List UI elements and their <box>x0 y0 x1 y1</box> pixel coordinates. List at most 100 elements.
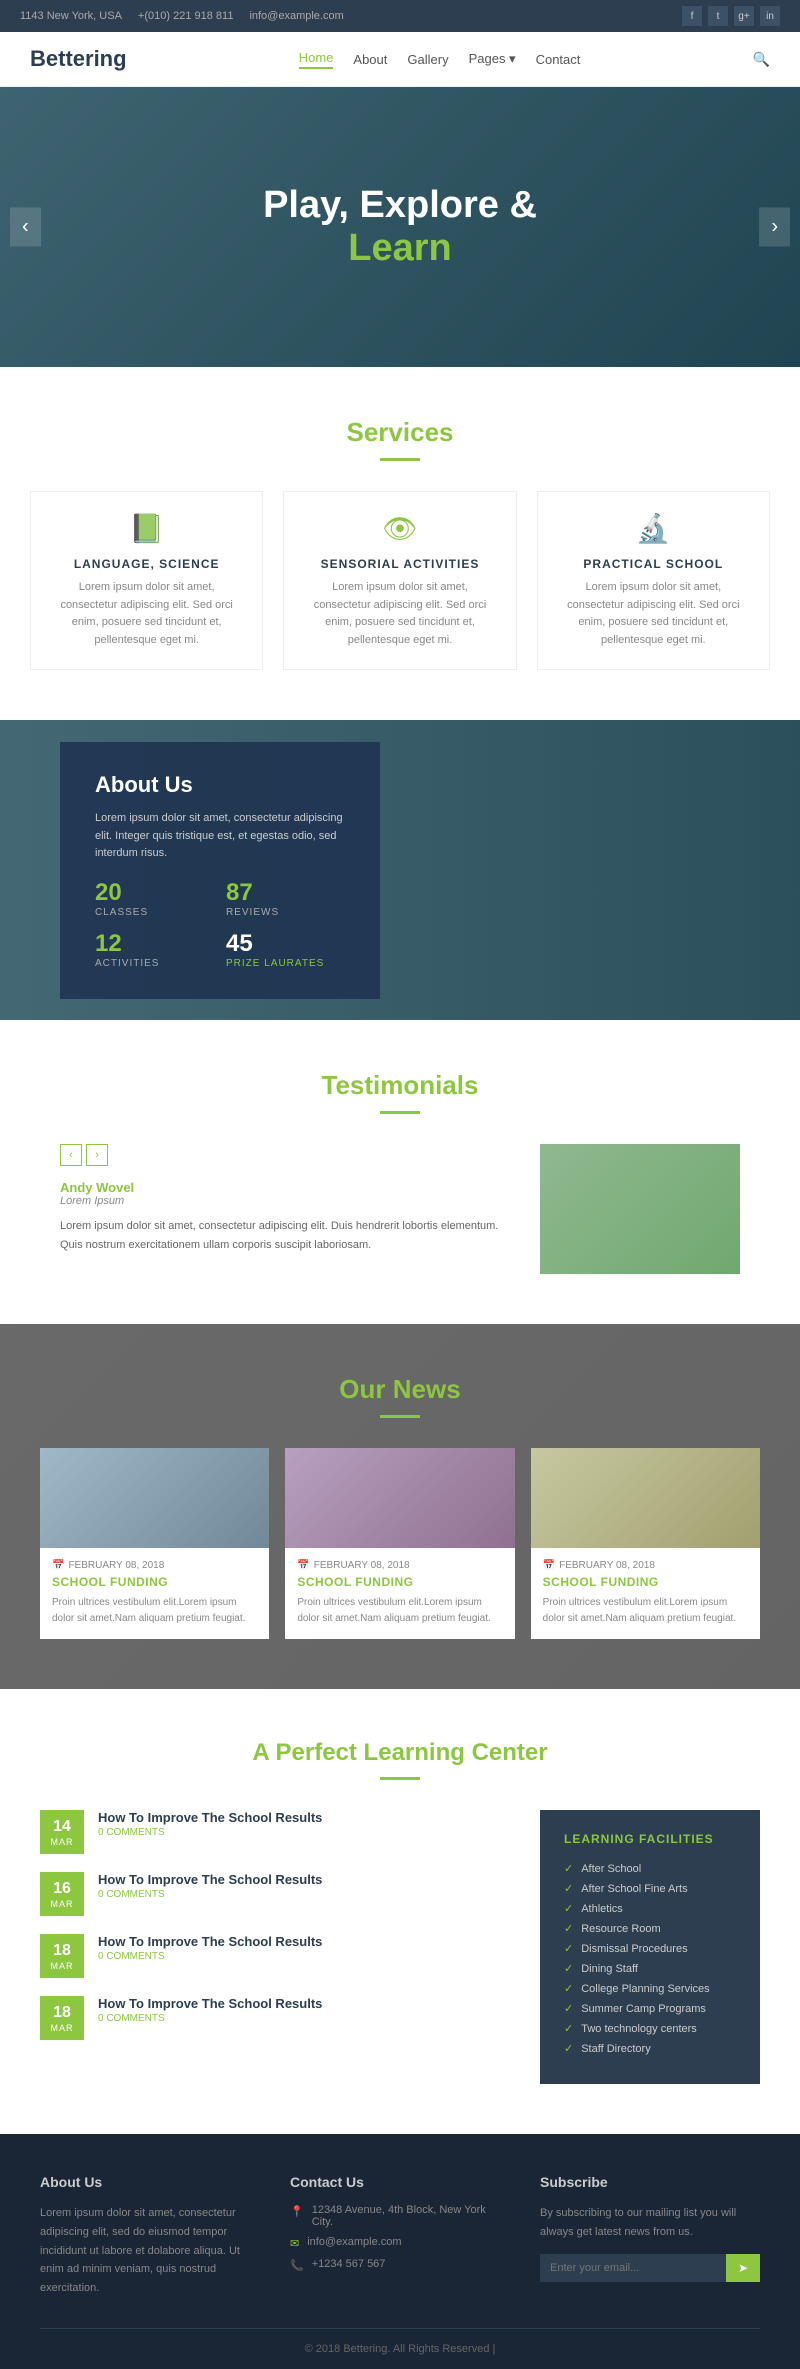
subscribe-button[interactable]: ➤ <box>726 2254 760 2282</box>
news-card-2: 📅 FEBRUARY 08, 2018 SCHOOL FUNDING Proin… <box>531 1448 760 1639</box>
event-item-0: 14 MAR How To Improve The School Results… <box>40 1810 510 1854</box>
facility-1: ✓ After School Fine Arts <box>564 1882 736 1895</box>
service-text-0: Lorem ipsum dolor sit amet, consectetur … <box>51 579 242 649</box>
about-box: About Us Lorem ipsum dolor sit amet, con… <box>60 742 380 999</box>
service-card-0: 📗 LANGUAGE, SCIENCE Lorem ipsum dolor si… <box>30 491 263 670</box>
footer-subscribe-col: Subscribe By subscribing to our mailing … <box>540 2174 760 2297</box>
news-title-1: SCHOOL FUNDING <box>297 1575 502 1589</box>
event-day-3: 18 <box>53 2003 71 2022</box>
social-icons: f t g+ in <box>682 6 780 26</box>
calendar-icon-0: 📅 <box>52 1560 64 1571</box>
hero-content: Play, Explore & Learn <box>263 184 537 270</box>
footer-phone-text: +1234 567 567 <box>312 2258 386 2270</box>
services-grid: 📗 LANGUAGE, SCIENCE Lorem ipsum dolor si… <box>30 491 770 670</box>
nav-links: Home About Gallery Pages ▾ Contact <box>299 50 581 69</box>
event-comments-1: 0 COMMENTS <box>98 1889 322 1900</box>
testimonial-body: Lorem ipsum dolor sit amet, consectetur … <box>60 1217 510 1254</box>
news-card-1: 📅 FEBRUARY 08, 2018 SCHOOL FUNDING Proin… <box>285 1448 514 1639</box>
check-icon-4: ✓ <box>564 1942 573 1955</box>
t-title-t: T <box>321 1070 335 1100</box>
logo: Bettering <box>30 46 127 72</box>
news-card-0: 📅 FEBRUARY 08, 2018 SCHOOL FUNDING Proin… <box>40 1448 269 1639</box>
facility-4: ✓ Dismissal Procedures <box>564 1942 736 1955</box>
nav-contact[interactable]: Contact <box>536 52 581 67</box>
footer-address-text: 12348 Avenue, 4th Block, New York City. <box>312 2204 510 2228</box>
footer-about-col: About Us Lorem ipsum dolor sit amet, con… <box>40 2174 260 2297</box>
footer-contact-title: Contact Us <box>290 2174 510 2190</box>
testimonials-section: Testimonials ‹ › Andy Wovel Lorem Ipsum … <box>0 1020 800 1324</box>
hero-prev-arrow[interactable]: ‹ <box>10 208 41 247</box>
check-icon-3: ✓ <box>564 1922 573 1935</box>
stat-prizes: 45 PRIZE LAURATES <box>226 930 345 969</box>
nav-about[interactable]: About <box>353 52 387 67</box>
event-item-3: 18 MAR How To Improve The School Results… <box>40 1996 510 2040</box>
search-icon[interactable]: 🔍 <box>753 51 770 68</box>
news-date-1: 📅 FEBRUARY 08, 2018 <box>297 1560 502 1571</box>
event-info-3: How To Improve The School Results 0 COMM… <box>98 1996 322 2024</box>
footer-subscribe-text: By subscribing to our mailing list you w… <box>540 2204 760 2241</box>
news-date-0: 📅 FEBRUARY 08, 2018 <box>52 1560 257 1571</box>
footer-about-title: About Us <box>40 2174 260 2190</box>
footer-contact-col: Contact Us 📍 12348 Avenue, 4th Block, Ne… <box>290 2174 510 2297</box>
check-icon-7: ✓ <box>564 2002 573 2015</box>
top-bar-info: 1143 New York, USA +(010) 221 918 811 in… <box>20 10 344 22</box>
subscribe-input[interactable] <box>540 2254 726 2282</box>
event-day-1: 16 <box>53 1879 71 1898</box>
footer-address: 📍 12348 Avenue, 4th Block, New York City… <box>290 2204 510 2228</box>
stat-label-0: CLASSES <box>95 907 214 918</box>
facebook-icon[interactable]: f <box>682 6 702 26</box>
stat-label-2: ACTIVITIES <box>95 958 214 969</box>
stat-classes: 20 CLASSES <box>95 879 214 918</box>
event-day-2: 18 <box>53 1941 71 1960</box>
testimonial-role: Lorem Ipsum <box>60 1195 510 1207</box>
about-title: About Us <box>95 772 345 798</box>
footer-grid: About Us Lorem ipsum dolor sit amet, con… <box>40 2174 760 2297</box>
email-icon: ✉ <box>290 2237 299 2250</box>
facilities-title: LEARNING FACILITIES <box>564 1832 736 1846</box>
hero-next-arrow[interactable]: › <box>759 208 790 247</box>
news-text-0: Proin ultrices vestibulum elit.Lorem ips… <box>52 1595 257 1627</box>
facility-label-8: Two technology centers <box>581 2023 697 2035</box>
nav-gallery[interactable]: Gallery <box>407 52 448 67</box>
facility-label-2: Athletics <box>581 1903 623 1915</box>
footer-about-text: Lorem ipsum dolor sit amet, consectetur … <box>40 2204 260 2297</box>
testimonials-inner: ‹ › Andy Wovel Lorem Ipsum Lorem ipsum d… <box>60 1144 740 1274</box>
linkedin-icon[interactable]: in <box>760 6 780 26</box>
googleplus-icon[interactable]: g+ <box>734 6 754 26</box>
facility-label-5: Dining Staff <box>581 1963 638 1975</box>
navbar: Bettering Home About Gallery Pages ▾ Con… <box>0 32 800 87</box>
stat-num-1: 87 <box>226 879 345 907</box>
event-date-2: 18 MAR <box>40 1934 84 1978</box>
events-list: 14 MAR How To Improve The School Results… <box>40 1810 510 2084</box>
event-info-2: How To Improve The School Results 0 COMM… <box>98 1934 322 1962</box>
testimonial-next[interactable]: › <box>86 1144 108 1166</box>
language-science-icon: 📗 <box>51 512 242 545</box>
news-title: Our News <box>40 1374 760 1405</box>
testimonial-image <box>540 1144 740 1274</box>
calendar-icon-1: 📅 <box>297 1560 309 1571</box>
twitter-icon[interactable]: t <box>708 6 728 26</box>
check-icon-6: ✓ <box>564 1982 573 1995</box>
footer-email-text: info@example.com <box>307 2236 401 2248</box>
email: info@example.com <box>249 10 343 22</box>
nav-pages[interactable]: Pages ▾ <box>469 51 516 67</box>
facility-label-1: After School Fine Arts <box>581 1883 687 1895</box>
event-day-0: 14 <box>53 1817 71 1836</box>
phone-icon: 📞 <box>290 2259 304 2272</box>
news-title-s: s <box>446 1374 460 1404</box>
footer-subscribe-title: Subscribe <box>540 2174 760 2190</box>
event-date-0: 14 MAR <box>40 1810 84 1854</box>
top-bar: 1143 New York, USA +(010) 221 918 811 in… <box>0 0 800 32</box>
testimonial-prev[interactable]: ‹ <box>60 1144 82 1166</box>
subscribe-form: ➤ <box>540 2254 760 2282</box>
event-month-1: MAR <box>51 1899 74 1910</box>
stat-activities: 12 ACTIVITIES <box>95 930 214 969</box>
news-text-1: Proin ultrices vestibulum elit.Lorem ips… <box>297 1595 502 1627</box>
event-date-1: 16 MAR <box>40 1872 84 1916</box>
event-info-1: How To Improve The School Results 0 COMM… <box>98 1872 322 1900</box>
services-title-rest: ervices <box>364 417 454 447</box>
stat-label-1: REVIEWS <box>226 907 345 918</box>
stat-num-2: 12 <box>95 930 214 958</box>
facility-3: ✓ Resource Room <box>564 1922 736 1935</box>
nav-home[interactable]: Home <box>299 50 334 69</box>
